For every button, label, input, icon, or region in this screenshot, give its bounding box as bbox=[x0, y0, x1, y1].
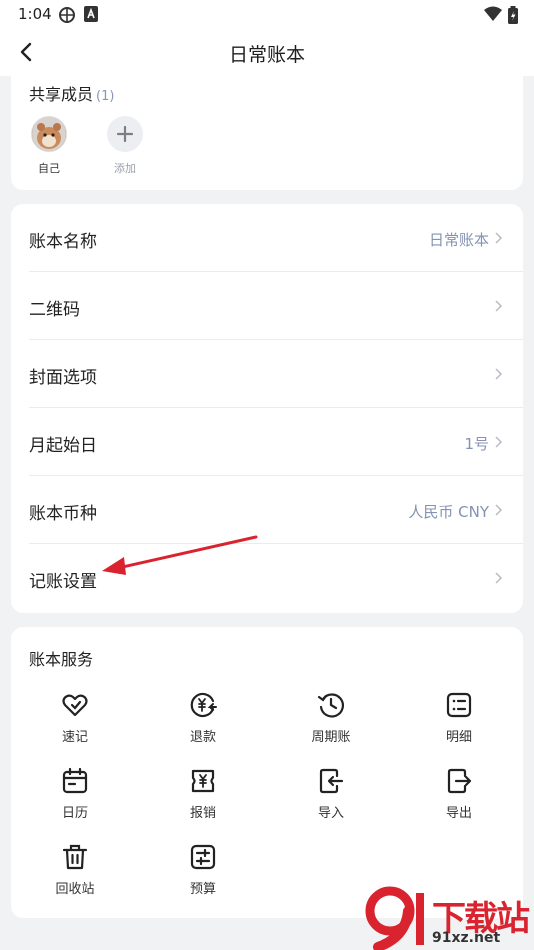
service-label: 周期账 bbox=[311, 730, 351, 745]
page-title: 日常账本 bbox=[228, 44, 305, 66]
recurring-icon bbox=[317, 693, 344, 718]
battery-icon bbox=[508, 6, 518, 24]
chevron-right-icon bbox=[495, 436, 503, 448]
wifi-icon bbox=[484, 6, 502, 21]
service-export[interactable]: 导出 bbox=[419, 767, 499, 821]
members-title: 共享成员 (1) bbox=[29, 81, 114, 105]
quick-note-icon bbox=[62, 694, 88, 717]
row-value: 1号 bbox=[464, 435, 489, 453]
watermark: 下载站 91xz.net bbox=[360, 885, 534, 950]
chevron-right-icon bbox=[495, 572, 503, 584]
reimburse-icon bbox=[191, 769, 215, 793]
row-label: 月起始日 bbox=[29, 436, 97, 456]
service-label: 导入 bbox=[317, 806, 344, 821]
vpn-icon bbox=[59, 7, 75, 23]
service-refund[interactable]: 退款 bbox=[163, 691, 243, 745]
services-title: 账本服务 bbox=[29, 650, 94, 669]
service-quick-note[interactable]: 速记 bbox=[35, 691, 115, 745]
service-import[interactable]: 导入 bbox=[291, 767, 371, 821]
avatar bbox=[31, 116, 67, 152]
service-label: 报销 bbox=[189, 806, 216, 821]
row-label: 记账设置 bbox=[29, 572, 97, 592]
row-label: 封面选项 bbox=[29, 368, 97, 388]
member-add-label: 添加 bbox=[114, 162, 136, 175]
members-card: 共享成员 (1) 自己 添加 bbox=[11, 76, 523, 190]
status-time: 1:04 bbox=[18, 5, 52, 23]
service-detail[interactable]: 明细 bbox=[419, 691, 499, 745]
service-calendar[interactable]: 日历 bbox=[35, 767, 115, 821]
chevron-right-icon bbox=[495, 368, 503, 380]
member-self-label: 自己 bbox=[38, 162, 60, 175]
trash-icon bbox=[62, 844, 88, 870]
row-value: 日常账本 bbox=[428, 231, 489, 249]
export-icon bbox=[447, 768, 472, 794]
app-bar: 日常账本 bbox=[0, 28, 534, 76]
service-label: 退款 bbox=[189, 730, 216, 745]
service-label: 日历 bbox=[61, 806, 88, 821]
budget-icon bbox=[190, 844, 216, 870]
import-icon bbox=[319, 768, 344, 794]
chevron-right-icon bbox=[495, 300, 503, 312]
hamster-avatar-icon bbox=[32, 117, 66, 151]
chevron-right-icon bbox=[495, 504, 503, 516]
add-member-button[interactable] bbox=[107, 116, 143, 152]
calendar-icon bbox=[62, 767, 88, 794]
row-label: 账本币种 bbox=[29, 504, 97, 524]
watermark-url: 91xz.net bbox=[432, 930, 501, 946]
service-label: 速记 bbox=[61, 730, 88, 745]
service-label: 导出 bbox=[445, 806, 472, 821]
row-currency[interactable]: 账本币种 人民币 CNY bbox=[11, 476, 523, 544]
row-value: 人民币 CNY bbox=[408, 503, 489, 521]
service-reimburse[interactable]: 报销 bbox=[163, 767, 243, 821]
chevron-right-icon bbox=[495, 232, 503, 244]
row-bookkeeping-settings[interactable]: 记账设置 bbox=[11, 544, 523, 612]
service-budget[interactable]: 预算 bbox=[163, 843, 243, 897]
row-month-start[interactable]: 月起始日 1号 bbox=[11, 408, 523, 476]
service-label: 明细 bbox=[445, 730, 472, 745]
row-qrcode[interactable]: 二维码 bbox=[11, 272, 523, 340]
row-book-name[interactable]: 账本名称 日常账本 bbox=[11, 204, 523, 272]
service-trash[interactable]: 回收站 bbox=[35, 843, 115, 897]
members-count: (1) bbox=[96, 89, 115, 104]
status-bar: 1:04 bbox=[0, 0, 534, 28]
refund-icon bbox=[190, 692, 217, 718]
service-label: 回收站 bbox=[55, 882, 95, 897]
row-label: 二维码 bbox=[29, 300, 80, 320]
members-title-label: 共享成员 bbox=[29, 85, 94, 104]
detail-icon bbox=[446, 692, 472, 718]
services-card: 账本服务 速记 退款 周期账 明细 日历 报销 导入 导出 回收站 预算 bbox=[11, 627, 523, 918]
row-label: 账本名称 bbox=[29, 232, 97, 252]
settings-card: 账本名称 日常账本 二维码 封面选项 月起始日 1号 账本币种 人民币 CNY … bbox=[11, 204, 523, 613]
service-label: 预算 bbox=[189, 882, 216, 897]
watermark-logo-icon bbox=[365, 886, 424, 950]
member-add[interactable]: 添加 bbox=[105, 116, 145, 176]
notification-a-icon bbox=[84, 6, 98, 22]
member-self[interactable]: 自己 bbox=[29, 116, 69, 176]
service-recurring[interactable]: 周期账 bbox=[291, 691, 371, 745]
row-cover[interactable]: 封面选项 bbox=[11, 340, 523, 408]
plus-icon bbox=[116, 125, 134, 143]
